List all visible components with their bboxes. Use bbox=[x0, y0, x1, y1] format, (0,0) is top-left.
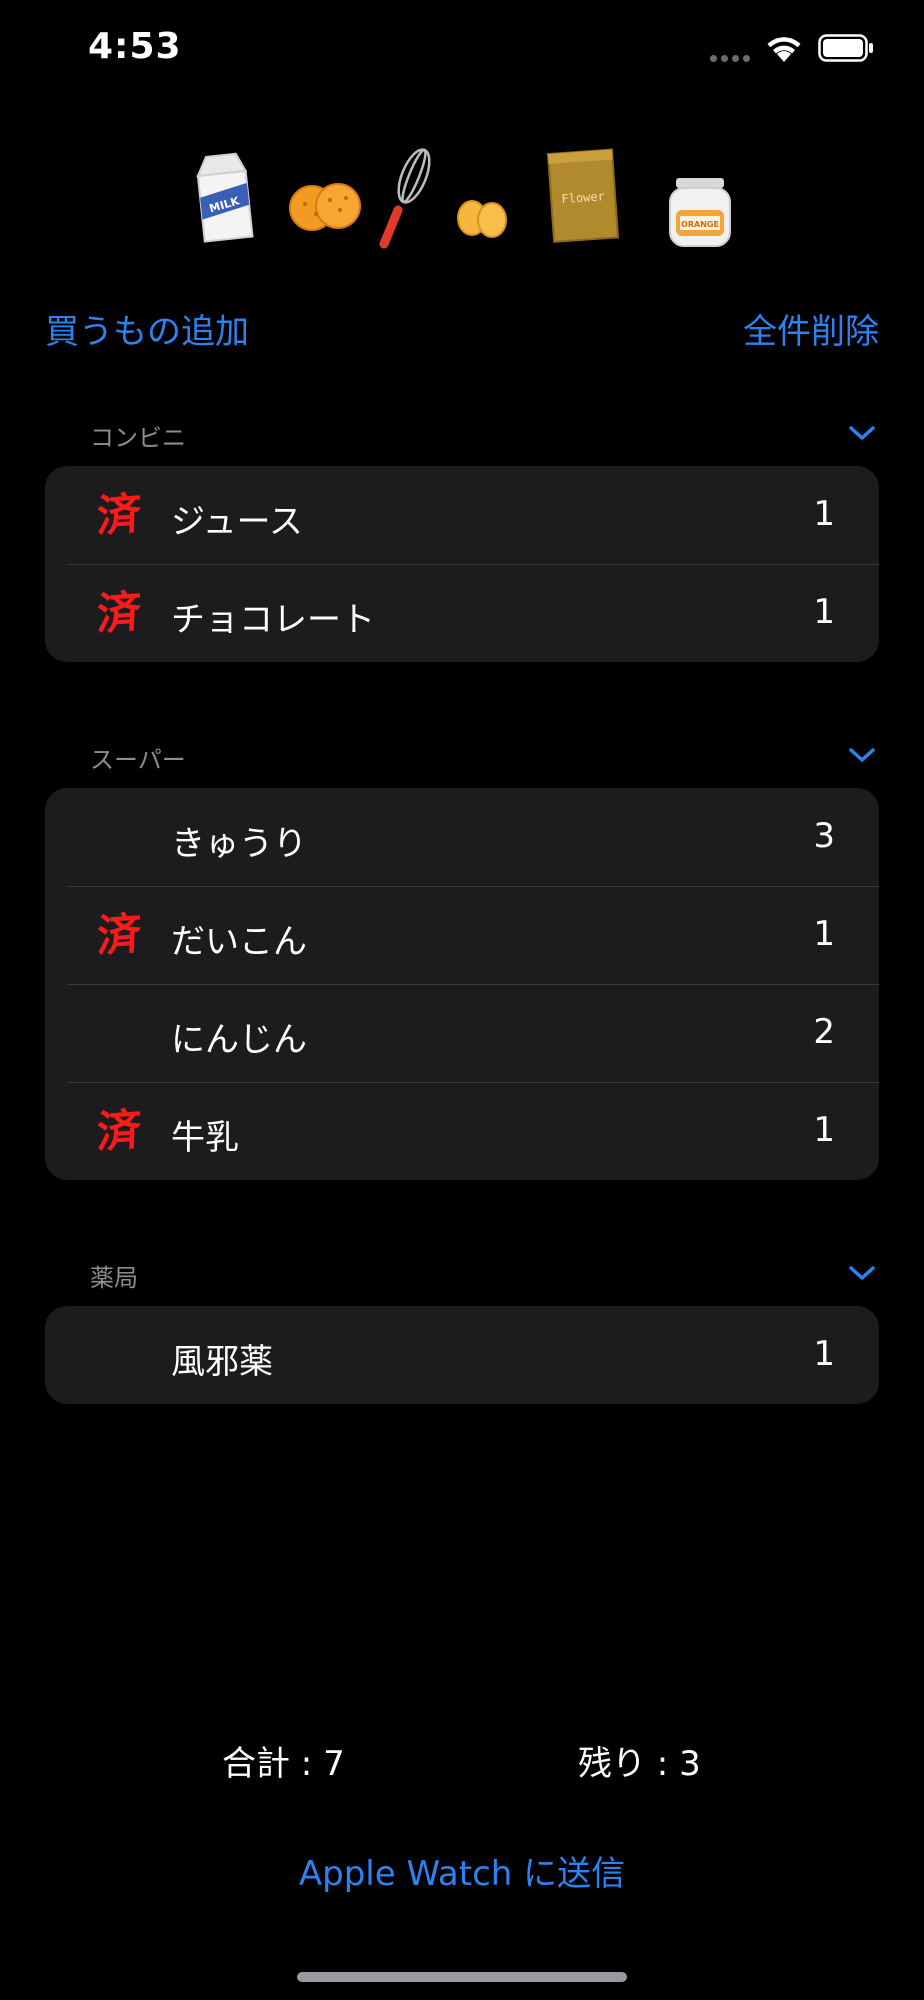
section-header-supermarket[interactable]: スーパー bbox=[90, 740, 880, 780]
item-name: きゅうり bbox=[171, 824, 307, 864]
section-title: コンビニ bbox=[90, 424, 186, 452]
status-bar: 4:53 bbox=[0, 0, 924, 100]
flour-bag-icon: Flower bbox=[546, 148, 620, 243]
eggs-icon bbox=[457, 200, 507, 238]
list-item[interactable]: 済 牛乳 1 bbox=[45, 1082, 879, 1180]
item-name: だいこん bbox=[171, 922, 307, 962]
list-item[interactable]: 済 チョコレート 1 bbox=[45, 564, 879, 662]
section-title: 薬局 bbox=[90, 1264, 138, 1292]
cellular-signal-icon bbox=[710, 55, 750, 62]
list-item[interactable]: 風邪薬 1 bbox=[45, 1306, 879, 1404]
list-item[interactable]: 済 だいこん 1 bbox=[45, 886, 879, 984]
done-stamp-icon: 済 bbox=[96, 1104, 140, 1159]
item-quantity: 1 bbox=[813, 914, 835, 954]
chevron-down-icon[interactable] bbox=[846, 1262, 878, 1284]
group-card-pharmacy: 風邪薬 1 bbox=[45, 1306, 879, 1404]
crackers-icon bbox=[289, 183, 361, 231]
chevron-down-icon[interactable] bbox=[846, 422, 878, 444]
total-count: 合計 : 7 bbox=[222, 1744, 345, 1784]
group-card-supermarket: きゅうり 3 済 だいこん 1 にんじん 2 済 牛乳 1 bbox=[45, 788, 879, 1180]
item-name: ジュース bbox=[171, 502, 303, 542]
item-quantity: 1 bbox=[813, 1110, 835, 1150]
item-quantity: 1 bbox=[813, 592, 835, 632]
delete-all-button[interactable]: 全件削除 bbox=[743, 304, 879, 353]
list-item[interactable]: にんじん 2 bbox=[45, 984, 879, 1082]
section-header-convenience-store[interactable]: コンビニ bbox=[90, 418, 880, 458]
remaining-count: 残り : 3 bbox=[578, 1744, 701, 1784]
home-indicator[interactable] bbox=[297, 1972, 627, 1982]
item-name: チョコレート bbox=[171, 600, 375, 640]
item-quantity: 2 bbox=[813, 1012, 835, 1052]
item-name: 風邪薬 bbox=[171, 1342, 273, 1382]
done-stamp-icon: 済 bbox=[96, 488, 140, 543]
item-quantity: 1 bbox=[813, 1334, 835, 1374]
group-card-convenience-store: 済 ジュース 1 済 チョコレート 1 bbox=[45, 466, 879, 662]
item-quantity: 1 bbox=[813, 494, 835, 534]
send-to-apple-watch-button[interactable]: Apple Watch に送信 bbox=[0, 1846, 924, 1895]
item-quantity: 3 bbox=[813, 816, 835, 856]
milk-carton-icon: MILK bbox=[196, 152, 254, 243]
whisk-icon bbox=[379, 148, 431, 249]
chevron-down-icon[interactable] bbox=[846, 744, 878, 766]
battery-icon bbox=[818, 34, 873, 62]
list-item[interactable]: 済 ジュース 1 bbox=[45, 466, 879, 564]
orange-jar-icon: ORANGE bbox=[669, 178, 731, 247]
section-title: スーパー bbox=[90, 746, 186, 774]
list-item[interactable]: きゅうり 3 bbox=[45, 788, 879, 886]
item-name: にんじん bbox=[171, 1020, 307, 1060]
done-stamp-icon: 済 bbox=[96, 908, 140, 963]
add-item-button[interactable]: 買うもの追加 bbox=[45, 304, 249, 353]
item-name: 牛乳 bbox=[171, 1118, 239, 1158]
header-illustration: MILK Flower ORANGE bbox=[196, 148, 731, 249]
wifi-icon bbox=[767, 37, 801, 62]
svg-text:ORANGE: ORANGE bbox=[681, 220, 719, 229]
status-time: 4:53 bbox=[88, 26, 182, 67]
section-header-pharmacy[interactable]: 薬局 bbox=[90, 1258, 880, 1298]
done-stamp-icon: 済 bbox=[96, 586, 140, 641]
